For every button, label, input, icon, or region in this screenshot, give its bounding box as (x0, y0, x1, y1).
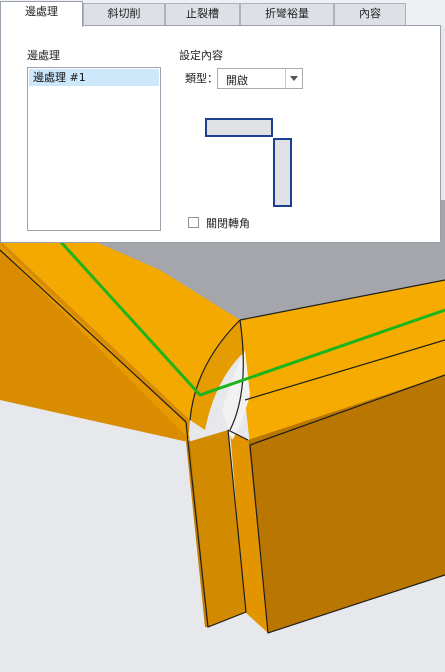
tab-bend-allowance[interactable]: 折彎裕量 (240, 3, 334, 25)
chevron-down-icon[interactable] (285, 69, 302, 88)
tab-bar: 邊處理 斜切削 止裂槽 折彎裕量 內容 (0, 0, 445, 27)
close-corner-label: 關閉轉角 (206, 217, 250, 230)
edge-list-title: 邊處理 (27, 49, 60, 62)
corner-preview-image (205, 118, 292, 207)
type-label: 類型： (185, 72, 218, 85)
tab-properties[interactable]: 內容 (334, 3, 406, 25)
type-value: 開啟 (226, 74, 248, 87)
edge-list[interactable]: 邊處理 #1 (27, 67, 161, 231)
settings-title: 設定內容 (179, 49, 223, 62)
tab-bevel-cut[interactable]: 斜切削 (83, 3, 165, 25)
list-item[interactable]: 邊處理 #1 (29, 69, 159, 86)
type-dropdown[interactable]: 開啟 (217, 68, 303, 89)
tab-edge-treatment[interactable]: 邊處理 (0, 1, 83, 27)
close-corner-checkbox[interactable] (188, 217, 199, 228)
edge-treatment-panel: 邊處理 邊處理 #1 設定內容 類型： 開啟 關閉轉角 (0, 25, 441, 243)
tab-relief[interactable]: 止裂槽 (165, 3, 240, 25)
